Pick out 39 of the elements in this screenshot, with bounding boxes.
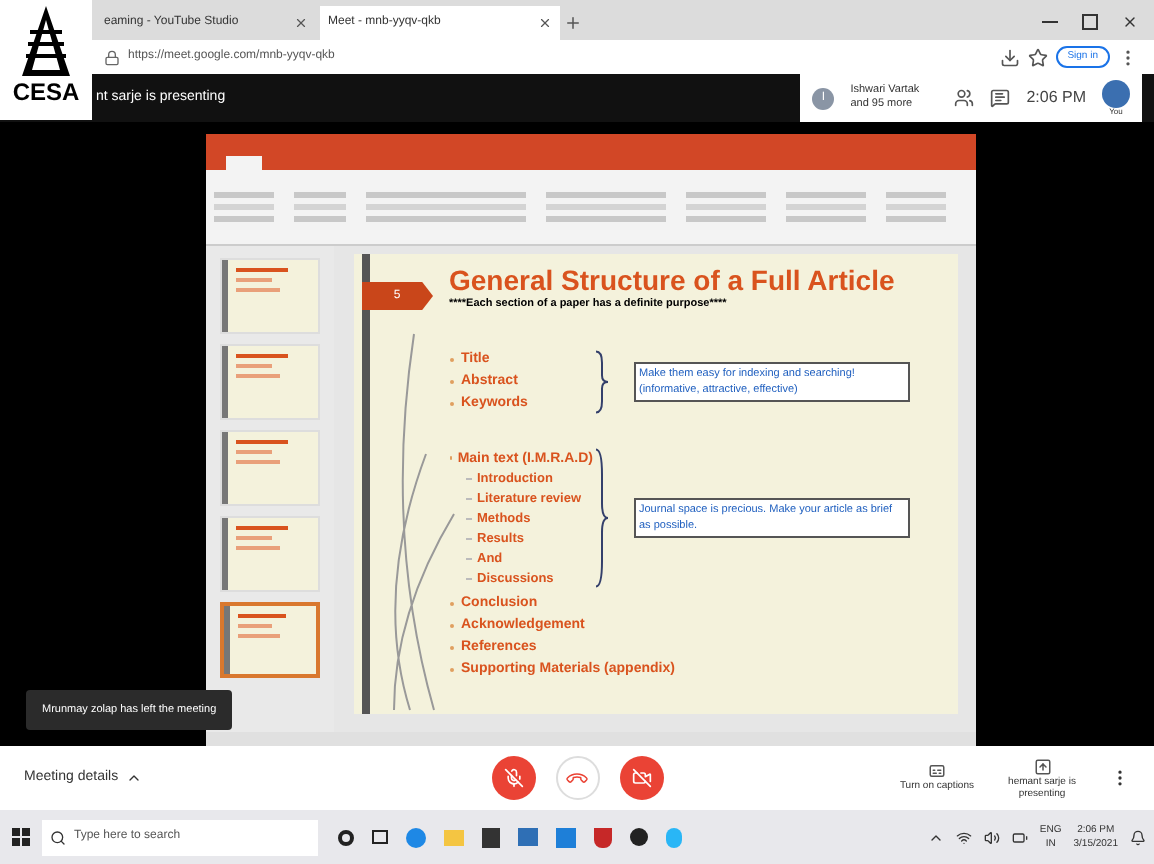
shield-app-icon[interactable] <box>594 827 612 847</box>
search-icon <box>50 829 66 845</box>
slide-title: General Structure of a Full Article <box>449 264 897 296</box>
browser-app-icon[interactable] <box>406 827 426 847</box>
present-icon <box>1033 757 1051 775</box>
cortana-icon[interactable] <box>338 829 354 845</box>
tower-icon <box>16 4 76 80</box>
dark-app-icon[interactable] <box>630 828 648 846</box>
meet-time: 2:06 PM <box>1026 86 1086 110</box>
chat-icon[interactable] <box>990 88 1011 108</box>
microphone-button[interactable] <box>491 756 535 800</box>
captions-icon <box>927 761 946 780</box>
new-tab-icon[interactable] <box>564 14 582 32</box>
lock-icon <box>104 49 120 65</box>
battery-icon[interactable] <box>1011 829 1028 845</box>
curly-brace-icon <box>593 349 609 413</box>
notification-icon[interactable] <box>1130 829 1146 845</box>
star-icon[interactable] <box>1027 47 1048 67</box>
download-icon[interactable] <box>999 47 1020 67</box>
people-icon[interactable] <box>954 88 975 108</box>
camera-off-icon <box>631 768 651 788</box>
windows-icon[interactable] <box>12 828 30 846</box>
logo-text: CESA <box>12 80 80 104</box>
self-avatar <box>1102 80 1130 108</box>
chevron-up-icon[interactable] <box>126 770 143 786</box>
close-icon[interactable] <box>538 16 552 30</box>
close-icon[interactable] <box>1122 14 1138 30</box>
volume-icon[interactable] <box>983 829 1000 845</box>
hang-up-button[interactable] <box>555 756 599 800</box>
app-icon[interactable] <box>556 827 576 847</box>
slide-thumbnail[interactable] <box>220 602 320 678</box>
close-icon[interactable] <box>294 16 308 30</box>
store-app-icon[interactable] <box>482 827 500 847</box>
microphone-off-icon <box>503 768 523 788</box>
curly-brace-icon <box>593 446 609 590</box>
maximize-icon[interactable] <box>1082 14 1098 30</box>
task-view-icon[interactable] <box>372 830 388 844</box>
camera-button[interactable] <box>619 756 663 800</box>
wifi-icon[interactable] <box>955 829 972 845</box>
